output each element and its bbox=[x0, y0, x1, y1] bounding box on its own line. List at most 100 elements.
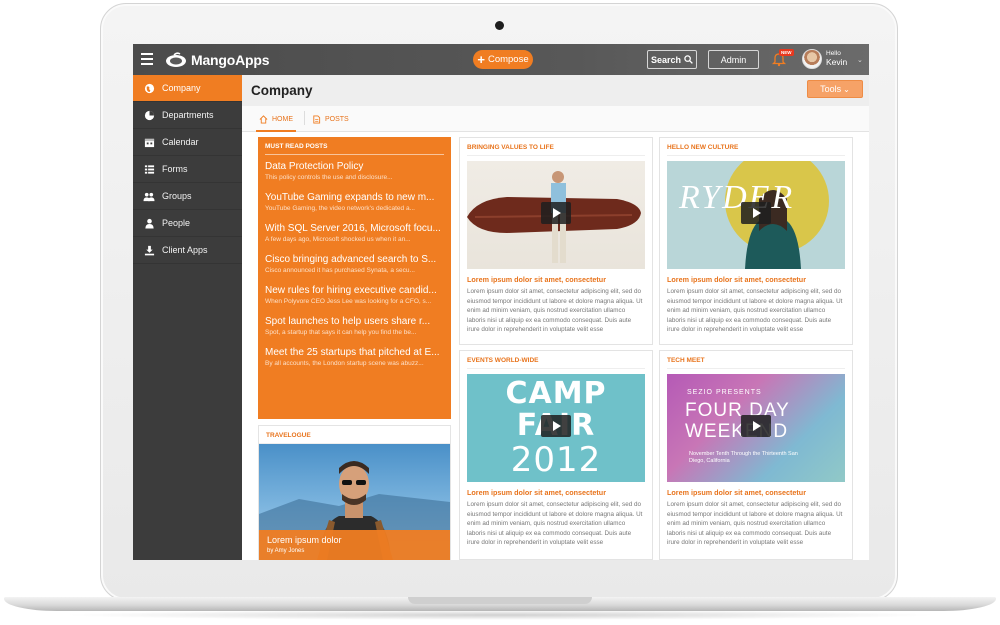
post-title: Cisco bringing advanced search to S... bbox=[265, 254, 437, 265]
page-title: Company bbox=[251, 83, 313, 98]
sidebar-item-label: Calendar bbox=[162, 137, 199, 147]
list-item[interactable]: New rules for hiring executive candid...… bbox=[265, 285, 444, 306]
news-card[interactable]: HELLO NEW CULTURE RYDER Lorem ipsum dolo… bbox=[659, 137, 853, 345]
video-thumbnail[interactable]: RYDER bbox=[667, 161, 845, 269]
chevron-down-icon[interactable]: ⌄ bbox=[857, 56, 863, 64]
main-content: Company Tools ⌄ HOME POSTS MUST READ POS… bbox=[242, 75, 869, 560]
app-name: MangoApps bbox=[191, 51, 270, 68]
video-thumbnail[interactable] bbox=[467, 161, 645, 269]
list-item[interactable]: YouTube Gaming expands to new m... YouTu… bbox=[265, 192, 444, 213]
group-icon bbox=[143, 190, 155, 202]
card-heading: TECH MEET bbox=[667, 357, 845, 369]
card-heading: EVENTS WORLD-WIDE bbox=[467, 357, 645, 369]
video-thumbnail[interactable]: SEZIO PRESENTS FOUR DAY WEEKEND November… bbox=[667, 374, 845, 482]
compose-label: Compose bbox=[487, 54, 529, 65]
post-title: Data Protection Policy bbox=[265, 161, 364, 172]
user-greeting[interactable]: Hello Kevin bbox=[826, 50, 847, 66]
card-heading: HELLO NEW CULTURE bbox=[667, 144, 845, 156]
post-title: New rules for hiring executive candid... bbox=[265, 285, 437, 296]
sidebar-item-people[interactable]: People bbox=[133, 210, 242, 237]
card-body: Lorem ipsum dolor sit amet, consectetur … bbox=[467, 501, 643, 546]
poster-line: 2012 bbox=[510, 440, 602, 480]
travelogue-card[interactable]: TRAVELOGUE Lorem ipsum dolor by Amy Jone… bbox=[258, 425, 451, 560]
poster-title: RYDER bbox=[679, 179, 795, 216]
play-button[interactable] bbox=[541, 415, 571, 437]
poster-presenter: SEZIO PRESENTS bbox=[687, 389, 762, 396]
document-icon bbox=[313, 114, 321, 124]
card-heading: BRINGING VALUES TO LIFE bbox=[467, 144, 645, 156]
sidebar: Company Departments Calendar Forms Group… bbox=[133, 75, 249, 560]
news-card[interactable]: TECH MEET SEZIO PRESENTS FOUR DAY WEEKEN… bbox=[659, 350, 853, 560]
sidebar-item-label: Departments bbox=[162, 110, 214, 120]
card-body: Lorem ipsum dolor sit amet, consectetur … bbox=[667, 288, 843, 333]
post-snippet: A few days ago, Microsoft shocked us whe… bbox=[265, 236, 411, 243]
poster-title-line: FOUR DAY bbox=[685, 400, 790, 421]
tools-label: Tools bbox=[820, 84, 842, 94]
travelogue-heading: TRAVELOGUE bbox=[259, 426, 450, 444]
sidebar-item-label: Client Apps bbox=[162, 245, 208, 255]
travelogue-caption: Lorem ipsum dolor by Amy Jones bbox=[259, 530, 450, 560]
must-read-panel: MUST READ POSTS Data Protection Policy T… bbox=[258, 137, 451, 419]
list-item[interactable]: Cisco bringing advanced search to S... C… bbox=[265, 254, 444, 275]
list-item[interactable]: With SQL Server 2016, Microsoft focu... … bbox=[265, 223, 444, 244]
card-title[interactable]: Lorem ipsum dolor sit amet, consectetur bbox=[467, 488, 645, 497]
video-thumbnail[interactable]: CAMP FAIR 2012 bbox=[467, 374, 645, 482]
admin-button[interactable]: Admin bbox=[708, 50, 759, 69]
list-item[interactable]: Meet the 25 startups that pitched at E..… bbox=[265, 347, 444, 368]
tab-posts[interactable]: POSTS bbox=[312, 112, 349, 126]
sidebar-item-client-apps[interactable]: Client Apps bbox=[133, 237, 242, 264]
download-icon bbox=[143, 244, 155, 256]
sidebar-item-company[interactable]: Company bbox=[133, 75, 249, 102]
tab-divider bbox=[304, 111, 305, 125]
news-card[interactable]: EVENTS WORLD-WIDE CAMP FAIR 2012 Lorem i… bbox=[459, 350, 653, 560]
post-snippet: This policy controls the use and disclos… bbox=[265, 174, 393, 181]
sidebar-item-label: People bbox=[162, 218, 191, 228]
card-title[interactable]: Lorem ipsum dolor sit amet, consectetur bbox=[667, 275, 845, 284]
tools-button[interactable]: Tools ⌄ bbox=[807, 80, 863, 98]
admin-label: Admin bbox=[720, 54, 747, 65]
post-snippet: YouTube Gaming, the video network's dedi… bbox=[265, 205, 415, 212]
plus-icon: + bbox=[477, 51, 485, 67]
poster-title: FOUR DAY WEEKEND bbox=[685, 400, 790, 442]
new-badge: NEW bbox=[779, 49, 794, 56]
chevron-down-icon: ⌄ bbox=[843, 84, 850, 94]
calendar-icon bbox=[143, 136, 155, 148]
poster-title-line: WEEKEND bbox=[685, 421, 789, 442]
laptop-notch bbox=[408, 597, 592, 604]
must-read-heading: MUST READ POSTS bbox=[265, 143, 444, 155]
post-snippet: By all accounts, the London startup scen… bbox=[265, 360, 424, 367]
list-item[interactable]: Spot launches to help users share r... S… bbox=[265, 316, 444, 337]
sidebar-item-departments[interactable]: Departments bbox=[133, 102, 242, 129]
avatar[interactable] bbox=[802, 49, 822, 69]
app-logo[interactable]: MangoApps bbox=[165, 50, 270, 69]
travelogue-byline: by Amy Jones bbox=[267, 548, 305, 554]
card-title[interactable]: Lorem ipsum dolor sit amet, consectetur bbox=[467, 275, 645, 284]
sidebar-item-calendar[interactable]: Calendar bbox=[133, 129, 242, 156]
tab-home[interactable]: HOME bbox=[256, 112, 296, 132]
card-title[interactable]: Lorem ipsum dolor sit amet, consectetur bbox=[667, 488, 845, 497]
play-button[interactable] bbox=[741, 202, 771, 224]
post-snippet: When Polyvore CEO Jess Lee was looking f… bbox=[265, 298, 432, 305]
sidebar-item-label: Groups bbox=[162, 191, 192, 201]
post-title: Spot launches to help users share r... bbox=[265, 316, 431, 327]
search-icon bbox=[684, 55, 693, 64]
sidebar-item-forms[interactable]: Forms bbox=[133, 156, 242, 183]
travelogue-photo: Lorem ipsum dolor by Amy Jones bbox=[259, 444, 450, 560]
poster-date: November Tenth Through the Thirteenth Sa… bbox=[689, 451, 798, 464]
sidebar-item-groups[interactable]: Groups bbox=[133, 183, 242, 210]
tab-label: POSTS bbox=[325, 115, 349, 123]
menu-icon[interactable] bbox=[141, 53, 153, 65]
webcam bbox=[495, 21, 504, 30]
top-bar: MangoApps + Compose Search Admin NEW Hel… bbox=[133, 44, 869, 75]
card-body: Lorem ipsum dolor sit amet, consectetur … bbox=[467, 288, 643, 333]
home-icon bbox=[259, 114, 268, 124]
search-button[interactable]: Search bbox=[647, 50, 697, 69]
play-button[interactable] bbox=[741, 415, 771, 437]
globe-icon bbox=[143, 82, 155, 94]
compose-button[interactable]: + Compose bbox=[473, 50, 533, 69]
list-item[interactable]: Data Protection Policy This policy contr… bbox=[265, 161, 444, 182]
post-title: Meet the 25 startups that pitched at E..… bbox=[265, 347, 440, 358]
play-button[interactable] bbox=[541, 202, 571, 224]
news-card[interactable]: BRINGING VALUES TO LIFE Lorem ipsum dolo… bbox=[459, 137, 653, 345]
card-body: Lorem ipsum dolor sit amet, consectetur … bbox=[667, 501, 843, 546]
